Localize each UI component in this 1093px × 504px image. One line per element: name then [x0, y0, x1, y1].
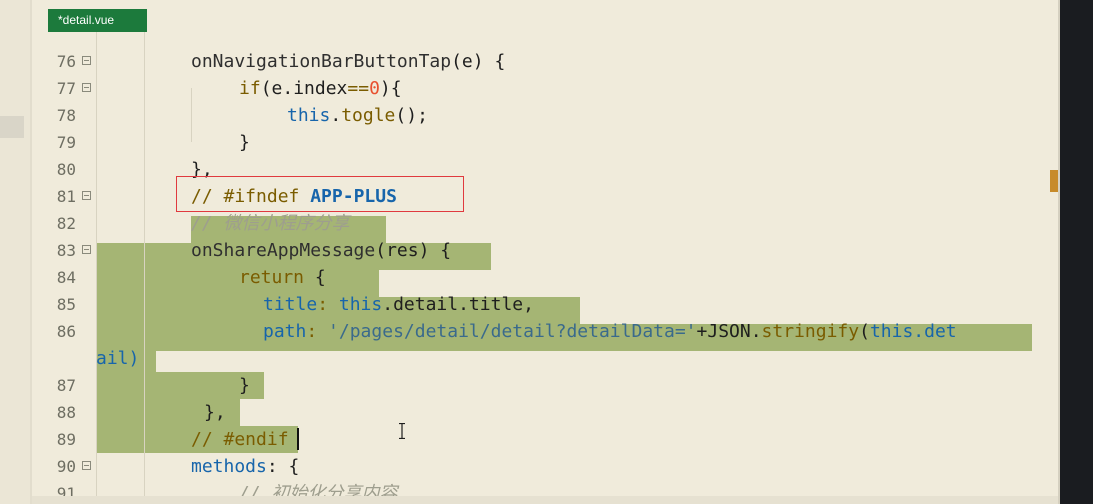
line-number: 76 — [56, 52, 76, 71]
line-number: 90 — [56, 457, 76, 476]
code-token: } — [239, 132, 250, 153]
code-token: ){ — [379, 78, 402, 99]
fold-toggle-icon[interactable] — [82, 83, 91, 92]
code-line-89: 89 // #endif — [32, 426, 1058, 453]
code-token: +JSON. — [696, 321, 762, 342]
code-line-77: 77 if(e.index==0){ — [32, 75, 1058, 102]
side-panel — [0, 0, 30, 504]
line-number: 77 — [56, 79, 76, 98]
code-token: : { — [266, 456, 300, 477]
editor-tab-strip — [32, 0, 1058, 32]
code-token: '/pages/detail/detail?detailData=' — [328, 321, 697, 342]
code-token: this — [287, 105, 331, 126]
code-token: (e.index — [260, 78, 348, 99]
code-token: }, — [204, 402, 226, 423]
code-token: if — [239, 78, 261, 99]
code-token: 0 — [369, 78, 380, 99]
code-token: methods — [191, 456, 267, 477]
code-token: { — [304, 267, 326, 288]
fold-toggle-icon[interactable] — [82, 191, 91, 200]
code-token: .detail.title, — [382, 294, 534, 315]
line-number: 89 — [56, 430, 76, 449]
line-number: 78 — [56, 106, 76, 125]
code-token: // #endif — [191, 429, 289, 450]
code-token: stringify — [761, 321, 860, 342]
line-number: 79 — [56, 133, 76, 152]
code-line-88: 88 }, — [32, 399, 1058, 426]
code-line-83: 83 onShareAppMessage(res) { — [32, 237, 1058, 264]
code-token: (); — [395, 105, 428, 126]
code-line-87: 87 } — [32, 372, 1058, 399]
fold-toggle-icon[interactable] — [82, 56, 91, 65]
line-number: 80 — [56, 160, 76, 179]
code-token: onNavigationBarButtonTap — [191, 51, 452, 72]
code-line-85: 85 title: this.detail.title, — [32, 291, 1058, 318]
code-token: (res) { — [375, 240, 452, 261]
code-token: : — [317, 294, 339, 315]
code-token: . — [330, 105, 342, 126]
code-line-86: 86 path: '/pages/detail/detail?detailDat… — [32, 318, 1058, 345]
code-line-90: 90 methods: { — [32, 453, 1058, 480]
code-line-86-wrap: ail) — [32, 345, 1058, 372]
text-caret — [297, 428, 299, 450]
code-token: this — [869, 321, 914, 342]
scroll-marker — [1050, 170, 1058, 192]
line-number: 84 — [56, 268, 76, 287]
line-number: 83 — [56, 241, 76, 260]
code-token: ail) — [96, 348, 140, 369]
external-window-edge — [1060, 0, 1093, 504]
code-line-78: 78 this.togle(); — [32, 102, 1058, 129]
line-number: 88 — [56, 403, 76, 422]
side-panel-marker — [0, 116, 24, 138]
code-line-76: 76 onNavigationBarButtonTap(e) { — [32, 48, 1058, 75]
line-number: 82 — [56, 214, 76, 233]
code-token: : — [306, 321, 329, 342]
line-number: 85 — [56, 295, 76, 314]
code-token: return — [239, 267, 305, 288]
code-token: (e) { — [451, 51, 506, 72]
code-token: // 微信小程序分享 — [191, 213, 350, 234]
code-token: == — [347, 78, 370, 99]
code-token: onShareAppMessage — [191, 240, 376, 261]
horizontal-scrollbar[interactable] — [32, 496, 1058, 504]
annotation-highlight-box — [176, 176, 464, 212]
code-token: togle — [341, 105, 396, 126]
code-token: this — [338, 294, 383, 315]
code-token: path — [263, 321, 307, 342]
line-number: 86 — [56, 322, 76, 341]
code-token: } — [239, 375, 250, 396]
line-number: 87 — [56, 376, 76, 395]
code-editor[interactable]: 76 onNavigationBarButtonTap(e) { 77 if(e… — [32, 32, 1058, 504]
code-line-79: 79 } — [32, 129, 1058, 156]
code-line-82: 82 // 微信小程序分享 — [32, 210, 1058, 237]
code-token: title — [263, 294, 318, 315]
fold-toggle-icon[interactable] — [82, 245, 91, 254]
line-number: 81 — [56, 187, 76, 206]
code-token: ( — [859, 321, 870, 342]
code-line-84: 84 return { — [32, 264, 1058, 291]
tab-detail-vue[interactable]: *detail.vue — [48, 9, 147, 32]
tab-label: *detail.vue — [58, 13, 115, 27]
fold-toggle-icon[interactable] — [82, 461, 91, 470]
code-token: .det — [913, 321, 957, 342]
ibeam-cursor-icon — [399, 423, 405, 439]
